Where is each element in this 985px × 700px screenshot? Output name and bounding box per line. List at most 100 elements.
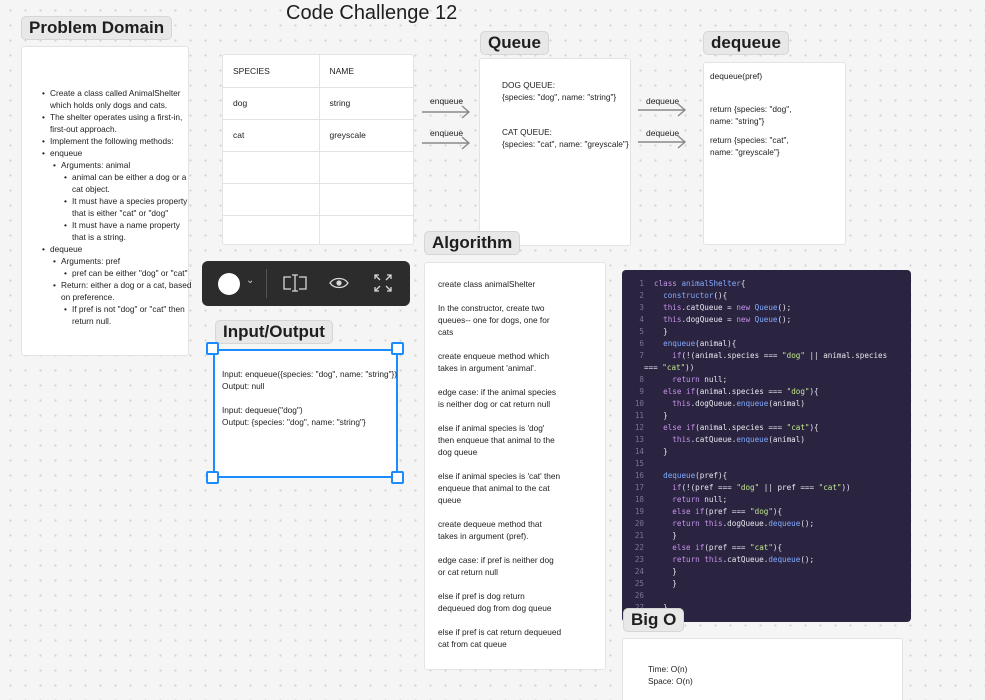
line-number: 26 — [634, 591, 644, 600]
code-line: === "cat")) — [622, 362, 911, 374]
table-row: cat greyscale — [223, 118, 413, 152]
problem-domain-sublist: If pref is not "dog" or "cat" then retur… — [61, 303, 192, 327]
dequeue-label[interactable]: dequeue — [703, 31, 789, 55]
line-number: 13 — [634, 435, 644, 444]
resize-handle-bottom-right[interactable] — [391, 471, 404, 484]
problem-domain-item: Create a class called AnimalShelter whic… — [42, 87, 192, 111]
line-number: 19 — [634, 507, 644, 516]
problem-domain-item-text: If pref is not "dog" or "cat" then retur… — [72, 304, 185, 326]
table-header-cell[interactable]: SPECIES — [223, 55, 320, 88]
table-cell[interactable] — [223, 150, 320, 184]
problem-domain-item-text: Return: either a dog or a cat, based on … — [61, 280, 192, 302]
code-line: 15 — [622, 458, 911, 470]
line-number: 20 — [634, 519, 644, 528]
code-line: 20 return this.dogQueue.dequeue(); — [622, 518, 911, 530]
problem-domain-item: If pref is not "dog" or "cat" then retur… — [64, 303, 192, 327]
code-line: 4 this.dogQueue = new Queue(); — [622, 314, 911, 326]
line-number: 6 — [639, 339, 644, 348]
resize-handle-top-right[interactable] — [391, 342, 404, 355]
color-swatch-icon[interactable] — [218, 273, 240, 295]
line-number: 12 — [634, 423, 644, 432]
io-line: Input: enqueue({species: "dog", name: "s… — [222, 369, 398, 379]
problem-domain-sublist: Arguments: pref pref can be either "dog" … — [50, 255, 192, 327]
io-line: Output: null — [222, 381, 265, 391]
problem-domain-item-text: The shelter operates using a first-in, f… — [50, 112, 183, 134]
problem-domain-item: Arguments: pref pref can be either "dog" … — [53, 255, 192, 279]
line-number: 18 — [634, 495, 644, 504]
problem-domain-item: dequeue Arguments: pref pref can be either… — [42, 243, 192, 327]
code-line: 12 else if(animal.species === "cat"){ — [622, 422, 911, 434]
problem-domain-item-text: It must have a name property that is a s… — [72, 220, 180, 242]
line-number: 17 — [634, 483, 644, 492]
table-cell[interactable] — [318, 150, 413, 184]
problem-domain-item: It must have a name property that is a s… — [64, 219, 192, 243]
problem-domain-item-text: It must have a species property that is … — [72, 196, 188, 218]
code-text: if(!(pref === "dog" || pref === "cat")) — [672, 483, 851, 492]
problem-domain-item-text: pref can be either "dog" or "cat" — [72, 268, 188, 278]
code-text: return null; — [672, 495, 728, 504]
line-number: 14 — [634, 447, 644, 456]
line-number: 7 — [639, 351, 644, 360]
code-block[interactable]: 1 class animalShelter{2 constructor(){3 t… — [622, 270, 911, 622]
code-text: this.dogQueue.enqueue(animal) — [672, 399, 805, 408]
problem-domain-sublist: Create a class called AnimalShelter whic… — [42, 87, 192, 327]
algorithm-step: else if animal species is 'dog' then enq… — [438, 423, 555, 457]
algorithm-step: create class animalShelter — [438, 279, 536, 289]
problem-domain-sublist: pref can be either "dog" or "cat" — [61, 267, 192, 279]
table-cell[interactable]: cat — [223, 118, 320, 152]
algorithm-step: edge case: if the animal species is neit… — [438, 387, 557, 409]
algorithm-label[interactable]: Algorithm — [424, 231, 521, 255]
text-frame-icon[interactable] — [282, 273, 308, 293]
dog-queue-value: {species: "dog", name: "string"} — [502, 92, 617, 102]
input-output-label[interactable]: Input/Output — [215, 320, 333, 344]
dog-queue-title: DOG QUEUE: — [502, 80, 556, 90]
code-line: 19 else if(pref === "dog"){ — [622, 506, 911, 518]
code-line: 7 if(!(animal.species === "dog" || anima… — [622, 350, 911, 362]
io-line: Output: {species: "dog", name: "string"} — [222, 417, 366, 427]
line-number: 22 — [634, 543, 644, 552]
table-cell[interactable]: dog — [223, 86, 320, 120]
table-cell[interactable]: string — [318, 86, 413, 120]
problem-domain-sublist: animal can be either a dog or a cat obje… — [61, 171, 192, 243]
species-table-card[interactable]: SPECIES NAME dog string cat greyscale — [222, 54, 414, 245]
chevron-down-icon[interactable]: ⌄ — [246, 275, 254, 286]
big-o-label[interactable]: Big O — [623, 608, 685, 632]
table-cell[interactable] — [318, 182, 413, 216]
io-line — [222, 392, 398, 404]
expand-icon[interactable] — [373, 273, 393, 293]
problem-domain-sublist: Arguments: animal animal can be either a … — [50, 159, 192, 243]
algorithm-steps: create class animalShelter In the constru… — [438, 278, 562, 662]
problem-domain-item: animal can be either a dog or a cat obje… — [64, 171, 192, 195]
queue-label[interactable]: Queue — [480, 31, 549, 55]
line-number: 1 — [639, 279, 644, 288]
code-text: class animalShelter{ — [654, 279, 746, 288]
table-header-row: SPECIES NAME — [223, 55, 413, 88]
dequeue-label-dog: dequeue — [646, 96, 680, 106]
table-cell[interactable] — [223, 214, 320, 244]
problem-domain-item: The shelter operates using a first-in, f… — [42, 111, 192, 135]
code-text: } — [654, 567, 677, 576]
problem-domain-item-text: enqueue — [50, 148, 83, 158]
table-cell[interactable] — [223, 182, 320, 216]
code-line: 16 dequeue(pref){ — [622, 470, 911, 482]
table-cell[interactable] — [318, 214, 413, 244]
code-text: } — [654, 579, 677, 588]
problem-domain-label[interactable]: Problem Domain — [21, 16, 173, 40]
line-number: 8 — [639, 375, 644, 384]
table-row: dog string — [223, 86, 413, 120]
problem-domain-item: pref can be either "dog" or "cat" — [64, 267, 192, 279]
algorithm-step: else if pref is dog return dequeued dog … — [438, 591, 552, 613]
input-output-card-selected[interactable]: Input: enqueue({species: "dog", name: "s… — [213, 349, 398, 478]
resize-handle-bottom-left[interactable] — [206, 471, 219, 484]
code-line: 26 — [622, 590, 911, 602]
resize-handle-top-left[interactable] — [206, 342, 219, 355]
eye-icon[interactable] — [328, 274, 350, 292]
table-cell[interactable]: greyscale — [318, 118, 413, 152]
line-number: 5 — [639, 327, 644, 336]
code-text: === "cat")) — [644, 363, 695, 372]
table-header-cell[interactable]: NAME — [318, 55, 413, 88]
big-o-space: Space: O(n) — [648, 676, 693, 686]
code-line: 22 else if(pref === "cat"){ — [622, 542, 911, 554]
code-text: } — [654, 411, 668, 420]
code-line: 1 class animalShelter{ — [622, 278, 911, 290]
